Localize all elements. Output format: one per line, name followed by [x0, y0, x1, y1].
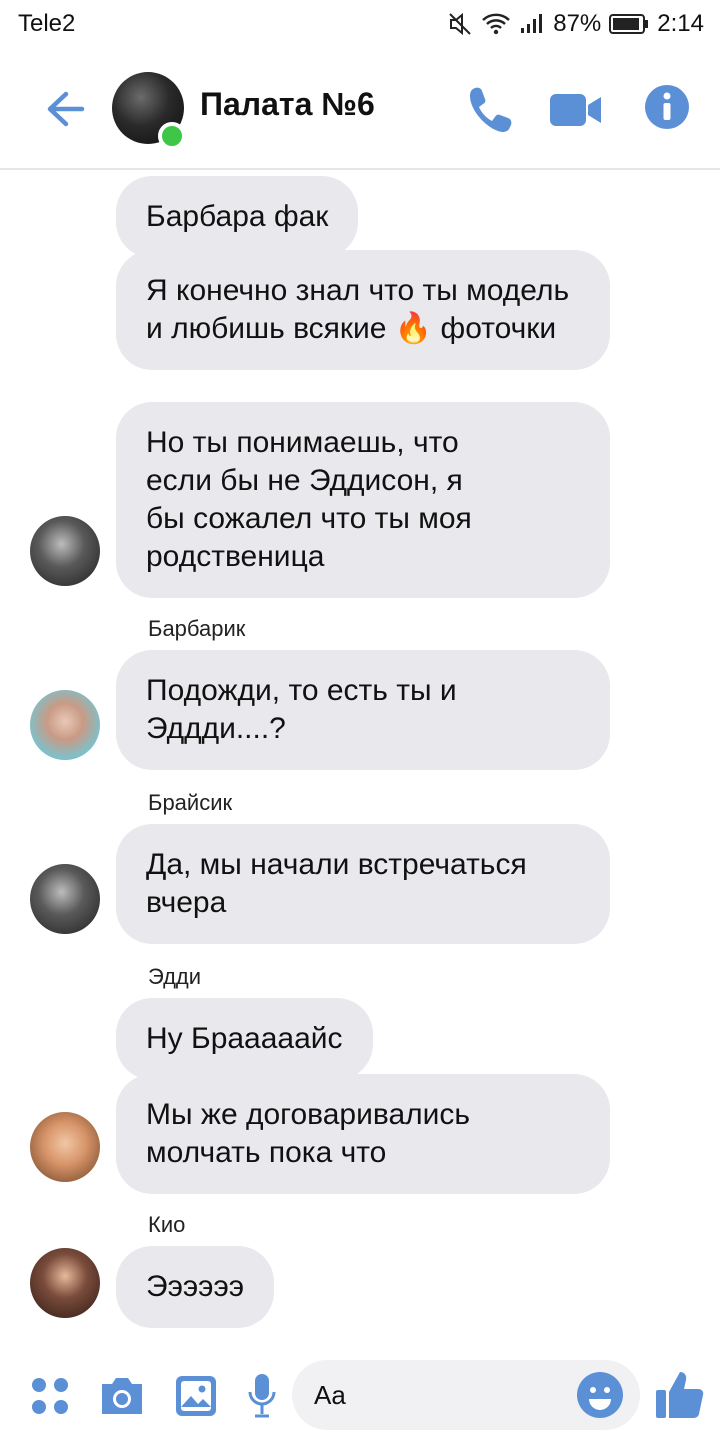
clock: 2:14 [657, 10, 704, 37]
microphone-icon[interactable] [246, 1372, 278, 1420]
avatar-eddi[interactable] [30, 1112, 100, 1182]
emoji-icon[interactable] [576, 1371, 624, 1419]
status-bar: Tele2 87% 2:14 [0, 0, 720, 48]
sender-name: Барбарик [148, 616, 246, 641]
apps-grid-icon[interactable] [30, 1376, 70, 1416]
info-icon[interactable] [644, 84, 690, 130]
sender-name: Эдди [148, 964, 202, 989]
chat-header: Палата №6 [0, 48, 720, 170]
gallery-icon[interactable] [174, 1374, 218, 1418]
avatar-braisik[interactable] [30, 516, 100, 586]
message-composer[interactable] [292, 1360, 640, 1430]
battery-percent: 87% [553, 10, 602, 37]
message-list: Барбара фак Я конечно знал что ты модель… [0, 172, 720, 1342]
phone-icon[interactable] [466, 84, 514, 134]
back-arrow-icon[interactable] [38, 84, 88, 134]
online-indicator [158, 122, 186, 150]
message-text: Мы же договаривались молчать пока что [146, 1098, 471, 1169]
message-text: Да, мы начали встречаться вчера [146, 848, 527, 919]
signal-icon [521, 14, 543, 33]
carrier-label: Tele2 [18, 10, 76, 37]
sender-name: Кио [148, 1212, 186, 1237]
message-bubble[interactable]: Ну Брааааайс [116, 998, 373, 1080]
composer-bar [0, 1344, 720, 1440]
battery-icon [609, 14, 649, 34]
video-camera-icon[interactable] [550, 92, 602, 128]
avatar-kio[interactable] [30, 1248, 100, 1318]
message-text: Барбара фак [146, 200, 329, 233]
sender-name: Брайсик [148, 790, 233, 815]
camera-icon[interactable] [98, 1374, 146, 1418]
message-bubble[interactable]: Ээээээ [116, 1246, 275, 1328]
message-bubble[interactable]: Мы же договаривались молчать пока что [116, 1074, 610, 1194]
avatar-braisik[interactable] [30, 864, 100, 934]
chat-title[interactable]: Палата №6 [200, 86, 375, 123]
wifi-icon [482, 13, 511, 35]
message-text: Ээээээ [146, 1270, 245, 1303]
thumbs-up-icon[interactable] [654, 1368, 704, 1420]
message-bubble[interactable]: Барбара фак [116, 176, 359, 258]
message-text: Ну Брааааайс [146, 1022, 343, 1055]
message-input[interactable] [314, 1360, 564, 1430]
avatar-barbarik[interactable] [30, 690, 100, 760]
mute-icon [449, 12, 471, 36]
status-icons: 87% 2:14 [447, 10, 704, 38]
message-text: Но ты понимаешь, что если бы не Эддисон,… [146, 426, 472, 573]
message-text: Я конечно знал что ты модель и любишь вс… [146, 274, 570, 345]
message-text: Подожди, то есть ты и Эддди....? [146, 674, 457, 745]
message-bubble[interactable]: Я конечно знал что ты модель и любишь вс… [116, 250, 610, 370]
message-bubble[interactable]: Но ты понимаешь, что если бы не Эддисон,… [116, 402, 610, 598]
message-bubble[interactable]: Да, мы начали встречаться вчера [116, 824, 610, 944]
message-bubble[interactable]: Подожди, то есть ты и Эддди....? [116, 650, 610, 770]
